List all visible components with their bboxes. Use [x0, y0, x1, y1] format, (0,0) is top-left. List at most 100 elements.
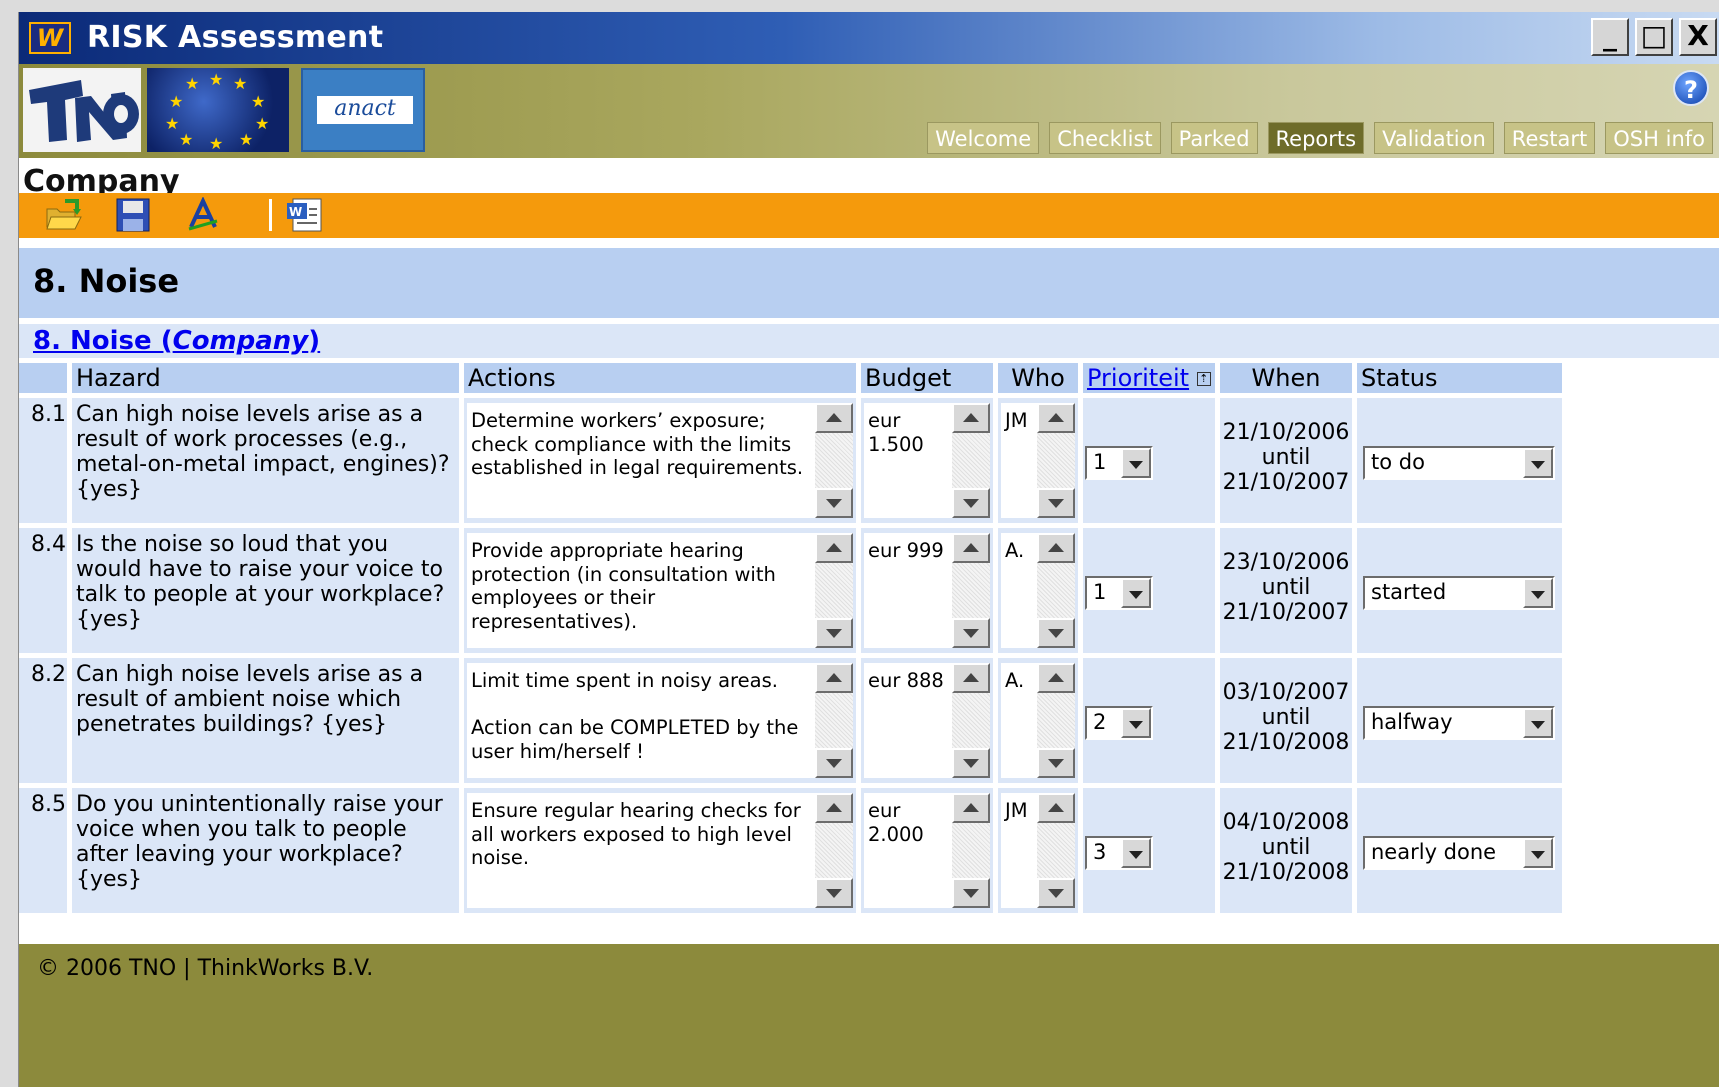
copyright-text: © 2006 TNO | ThinkWorks B.V.: [37, 956, 374, 981]
budget-scrollbar[interactable]: [952, 663, 990, 778]
scroll-up-icon[interactable]: [1037, 403, 1075, 433]
actions-textarea[interactable]: Provide appropriate hearing protection (…: [467, 533, 853, 648]
scroll-down-icon[interactable]: [815, 878, 853, 908]
anact-logo: anact: [301, 68, 425, 152]
priority-select[interactable]: 3: [1085, 836, 1153, 870]
actions-scrollbar[interactable]: [815, 663, 853, 778]
scroll-down-icon[interactable]: [815, 488, 853, 518]
scroll-up-icon[interactable]: [952, 663, 990, 693]
scroll-up-icon[interactable]: [815, 663, 853, 693]
budget-textarea[interactable]: eur 1.500: [864, 403, 990, 518]
chevron-down-icon[interactable]: [1121, 448, 1151, 478]
chevron-down-icon[interactable]: [1121, 708, 1151, 738]
when-from: 03/10/2007: [1222, 680, 1350, 705]
close-button[interactable]: X: [1679, 18, 1717, 56]
budget-scrollbar[interactable]: [952, 533, 990, 648]
scroll-down-icon[interactable]: [1037, 618, 1075, 648]
status-cell: nearly done: [1357, 788, 1562, 913]
title-bar[interactable]: W RISK Assessment _ □ X: [19, 12, 1719, 64]
scroll-down-icon[interactable]: [1037, 878, 1075, 908]
subsection-link[interactable]: 8. Noise (Company): [33, 324, 320, 358]
scroll-down-icon[interactable]: [952, 748, 990, 778]
scroll-up-icon[interactable]: [1037, 793, 1075, 823]
when-cell: 04/10/2008 until 21/10/2008: [1220, 788, 1352, 913]
scroll-down-icon[interactable]: [815, 748, 853, 778]
scroll-up-icon[interactable]: [815, 403, 853, 433]
maximize-button[interactable]: □: [1635, 18, 1673, 56]
budget-textarea[interactable]: eur 888: [864, 663, 990, 778]
who-scrollbar[interactable]: [1037, 663, 1075, 778]
budget-textarea[interactable]: eur 999: [864, 533, 990, 648]
chevron-down-icon[interactable]: [1523, 708, 1553, 738]
status-select[interactable]: to do: [1363, 446, 1555, 480]
actions-textarea[interactable]: Limit time spent in noisy areas. Action …: [467, 663, 853, 778]
scroll-down-icon[interactable]: [952, 878, 990, 908]
chevron-down-icon[interactable]: [1121, 838, 1151, 868]
toolbar-separator: [269, 199, 272, 231]
when-to: 21/10/2008: [1222, 730, 1350, 755]
status-cell: halfway: [1357, 658, 1562, 783]
scroll-up-icon[interactable]: [815, 533, 853, 563]
word-export-icon[interactable]: W: [285, 197, 325, 233]
scroll-up-icon[interactable]: [952, 793, 990, 823]
budget-scrollbar[interactable]: [952, 403, 990, 518]
who-text: JM: [1005, 409, 1028, 432]
spellcheck-icon[interactable]: [183, 197, 223, 233]
priority-select[interactable]: 2: [1085, 706, 1153, 740]
priority-select[interactable]: 1: [1085, 576, 1153, 610]
scroll-up-icon[interactable]: [952, 403, 990, 433]
sort-icon[interactable]: ⇡: [1196, 372, 1211, 386]
when-to: 21/10/2008: [1222, 860, 1350, 885]
tab-reports[interactable]: Reports: [1267, 122, 1365, 154]
actions-textarea[interactable]: Ensure regular hearing checks for all wo…: [467, 793, 853, 908]
status-select[interactable]: started: [1363, 576, 1555, 610]
scroll-down-icon[interactable]: [952, 618, 990, 648]
who-scrollbar[interactable]: [1037, 403, 1075, 518]
status-select[interactable]: nearly done: [1363, 836, 1555, 870]
minimize-button[interactable]: _: [1591, 18, 1629, 56]
scroll-up-icon[interactable]: [1037, 663, 1075, 693]
tab-welcome[interactable]: Welcome: [927, 122, 1040, 154]
chevron-down-icon[interactable]: [1523, 838, 1553, 868]
who-textarea[interactable]: A.: [1001, 663, 1075, 778]
tab-restart[interactable]: Restart: [1503, 122, 1596, 154]
who-textarea[interactable]: JM: [1001, 403, 1075, 518]
hazard-text: Can high noise levels arise as a result …: [72, 658, 459, 783]
actions-scrollbar[interactable]: [815, 793, 853, 908]
actions-scrollbar[interactable]: [815, 403, 853, 518]
actions-scrollbar[interactable]: [815, 533, 853, 648]
budget-textarea[interactable]: eur 2.000: [864, 793, 990, 908]
who-textarea[interactable]: JM: [1001, 793, 1075, 908]
tab-validation[interactable]: Validation: [1374, 122, 1494, 154]
scroll-up-icon[interactable]: [952, 533, 990, 563]
help-icon[interactable]: ?: [1673, 70, 1709, 106]
tab-osh-info[interactable]: OSH info: [1605, 122, 1713, 154]
chevron-down-icon[interactable]: [1523, 578, 1553, 608]
who-scrollbar[interactable]: [1037, 533, 1075, 648]
actions-textarea[interactable]: Determine workers’ exposure; check compl…: [467, 403, 853, 518]
chevron-down-icon[interactable]: [1523, 448, 1553, 478]
scroll-up-icon[interactable]: [1037, 533, 1075, 563]
when-until: until: [1261, 705, 1311, 730]
scroll-down-icon[interactable]: [1037, 748, 1075, 778]
budget-scrollbar[interactable]: [952, 793, 990, 908]
tab-checklist[interactable]: Checklist: [1049, 122, 1161, 154]
who-textarea[interactable]: A.: [1001, 533, 1075, 648]
status-select[interactable]: halfway: [1363, 706, 1555, 740]
table-row: 8.5 Do you unintentionally raise your vo…: [19, 788, 1562, 913]
save-disk-icon[interactable]: [113, 197, 153, 233]
open-folder-icon[interactable]: [43, 197, 83, 233]
app-header: ★ ★ ★ ★ ★ ★ ★ ★ ★ ★ anact ? Welcome Checklist …: [19, 64, 1719, 199]
scroll-down-icon[interactable]: [952, 488, 990, 518]
table-row: 8.1 Can high noise levels arise as a res…: [19, 398, 1562, 523]
priority-select[interactable]: 1: [1085, 446, 1153, 480]
hazard-text: Can high noise levels arise as a result …: [72, 398, 459, 523]
who-scrollbar[interactable]: [1037, 793, 1075, 908]
chevron-down-icon[interactable]: [1121, 578, 1151, 608]
scroll-down-icon[interactable]: [1037, 488, 1075, 518]
col-priority[interactable]: Prioriteit ⇡: [1083, 363, 1215, 393]
scroll-down-icon[interactable]: [815, 618, 853, 648]
priority-sort-link[interactable]: Prioriteit: [1087, 364, 1189, 392]
scroll-up-icon[interactable]: [815, 793, 853, 823]
tab-parked[interactable]: Parked: [1170, 122, 1258, 154]
